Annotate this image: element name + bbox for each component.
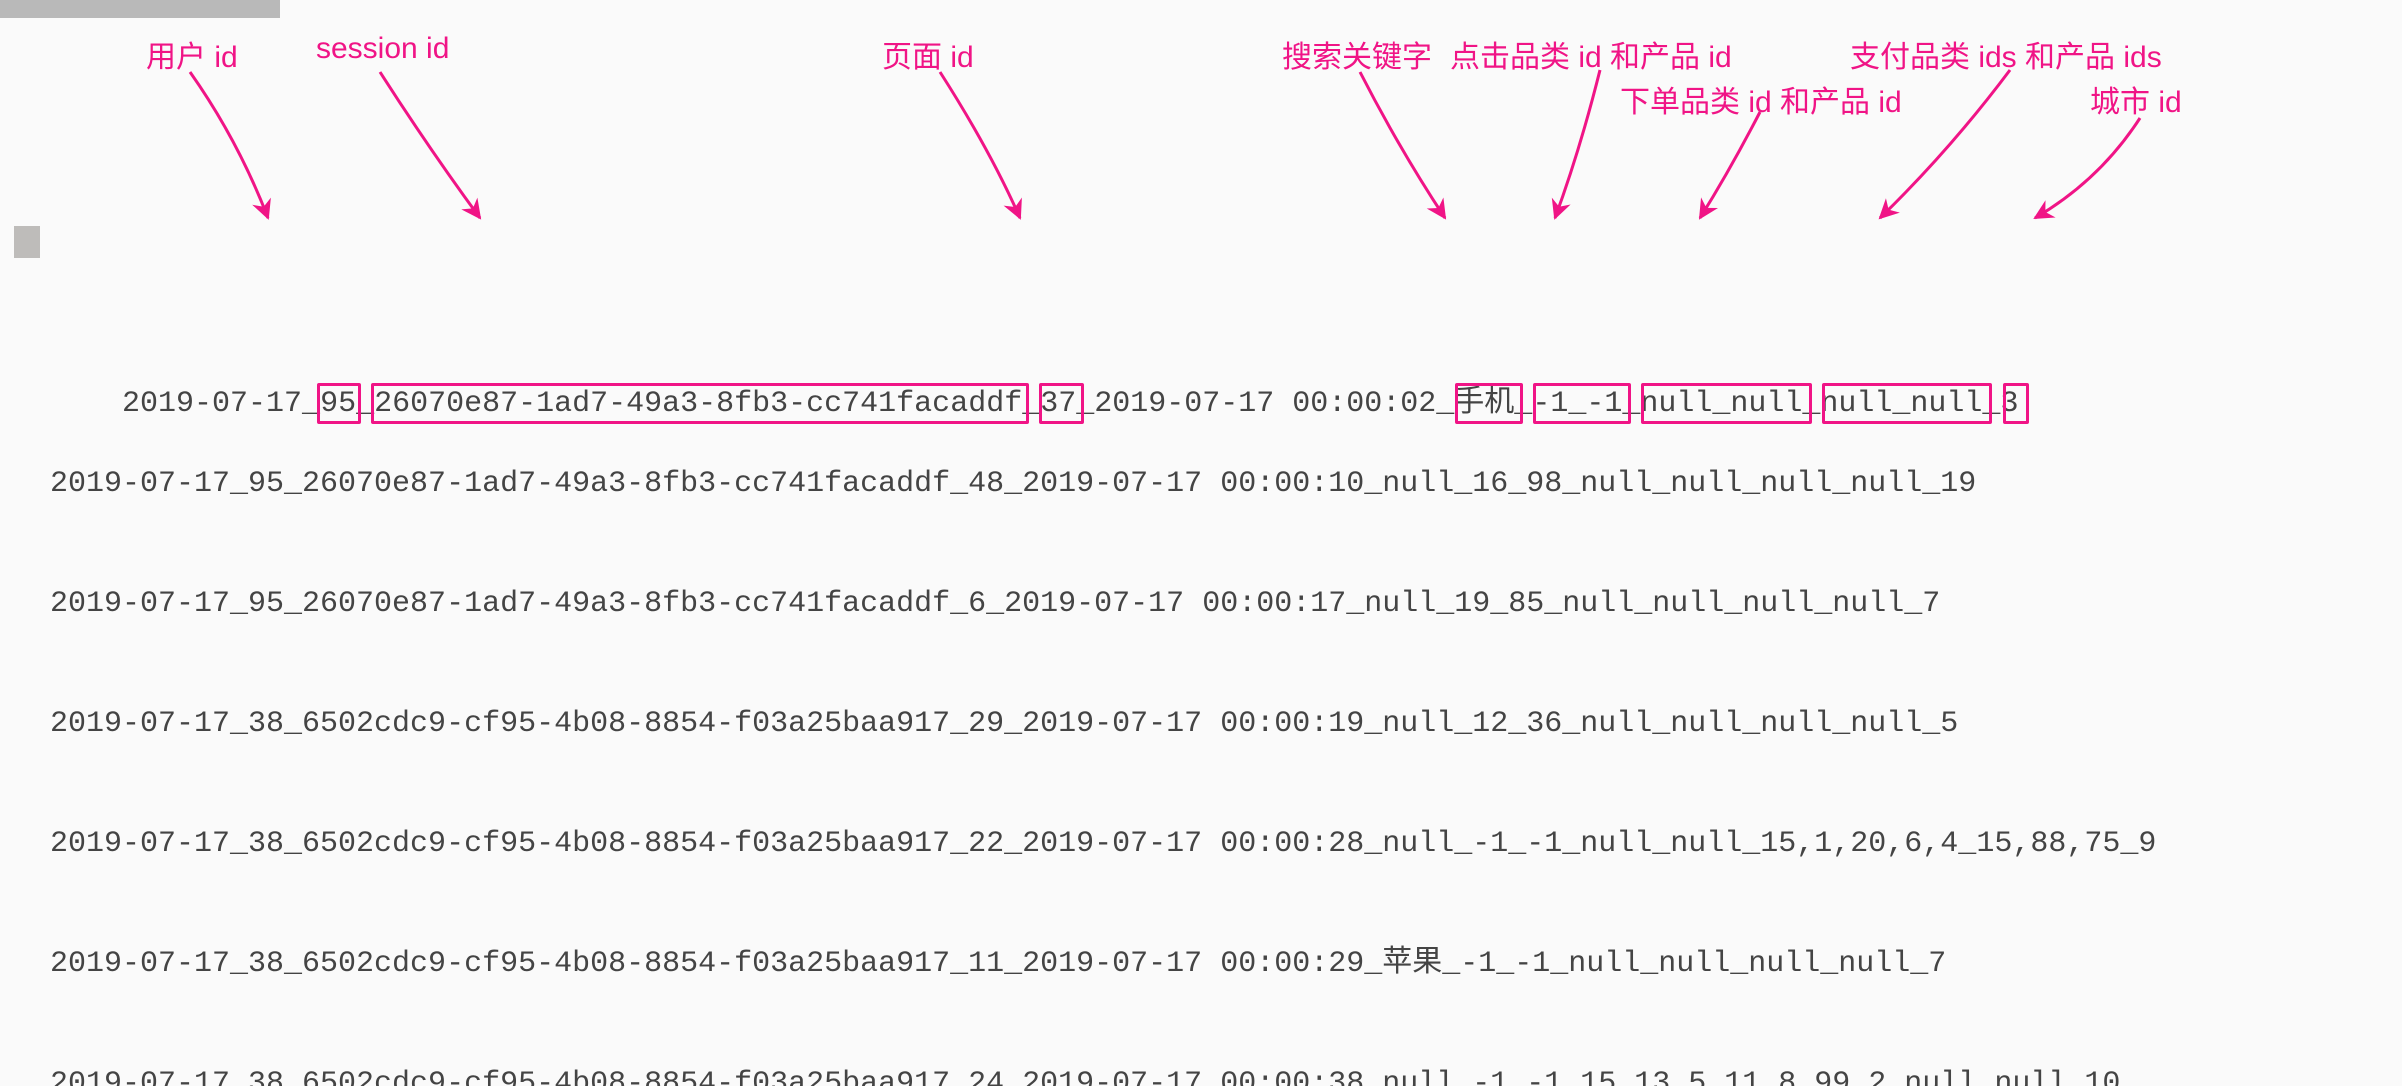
annotation-arrows (0, 0, 2402, 260)
row0-prefix: 2019-07-17_ (122, 387, 320, 421)
row0-sep1: _ (356, 387, 374, 421)
log-row-2: 2019-07-17_95_26070e87-1ad7-49a3-8fb3-cc… (50, 584, 2156, 624)
row0-click-ids: -1_-1 (1532, 387, 1622, 421)
log-line: 2019-07-17_95_26070e87-1ad7-49a3-8fb3-cc… (50, 467, 1976, 501)
row0-user-id: 95 (320, 387, 356, 421)
log-row-5: 2019-07-17_38_6502cdc9-cf95-4b08-8854-f0… (50, 944, 2156, 984)
row0-city-id: 3 (2000, 387, 2018, 421)
log-row-3: 2019-07-17_38_6502cdc9-cf95-4b08-8854-f0… (50, 704, 2156, 744)
log-line: 2019-07-17_38_6502cdc9-cf95-4b08-8854-f0… (50, 827, 2156, 861)
log-line: 2019-07-17_95_26070e87-1ad7-49a3-8fb3-cc… (50, 587, 1940, 621)
row0-sep7: _ (1982, 387, 2000, 421)
row0-sep4: _ (1514, 387, 1532, 421)
row0-sep2: _ (1022, 387, 1040, 421)
row0-sep3: _2019-07-17 00:00:02_ (1076, 387, 1454, 421)
log-row-0: 2019-07-17_95_26070e87-1ad7-49a3-8fb3-cc… (50, 344, 2156, 384)
row0-sep5: _ (1622, 387, 1640, 421)
row0-page-id: 37 (1040, 387, 1076, 421)
row0-order-ids: null_null (1640, 387, 1802, 421)
row0-session-id: 26070e87-1ad7-49a3-8fb3-cc741facaddf (374, 387, 1022, 421)
log-line: 2019-07-17_38_6502cdc9-cf95-4b08-8854-f0… (50, 1067, 2120, 1086)
row0-search-keyword: 手机 (1454, 387, 1514, 421)
row0-sep6: _ (1802, 387, 1820, 421)
row0-pay-ids: null_null (1820, 387, 1982, 421)
log-output: 2019-07-17_95_26070e87-1ad7-49a3-8fb3-cc… (50, 224, 2156, 1086)
log-line: 2019-07-17_38_6502cdc9-cf95-4b08-8854-f0… (50, 947, 1946, 981)
log-row-1: 2019-07-17_95_26070e87-1ad7-49a3-8fb3-cc… (50, 464, 2156, 504)
log-row-6: 2019-07-17_38_6502cdc9-cf95-4b08-8854-f0… (50, 1064, 2156, 1086)
log-row-4: 2019-07-17_38_6502cdc9-cf95-4b08-8854-f0… (50, 824, 2156, 864)
log-line: 2019-07-17_38_6502cdc9-cf95-4b08-8854-f0… (50, 707, 1958, 741)
